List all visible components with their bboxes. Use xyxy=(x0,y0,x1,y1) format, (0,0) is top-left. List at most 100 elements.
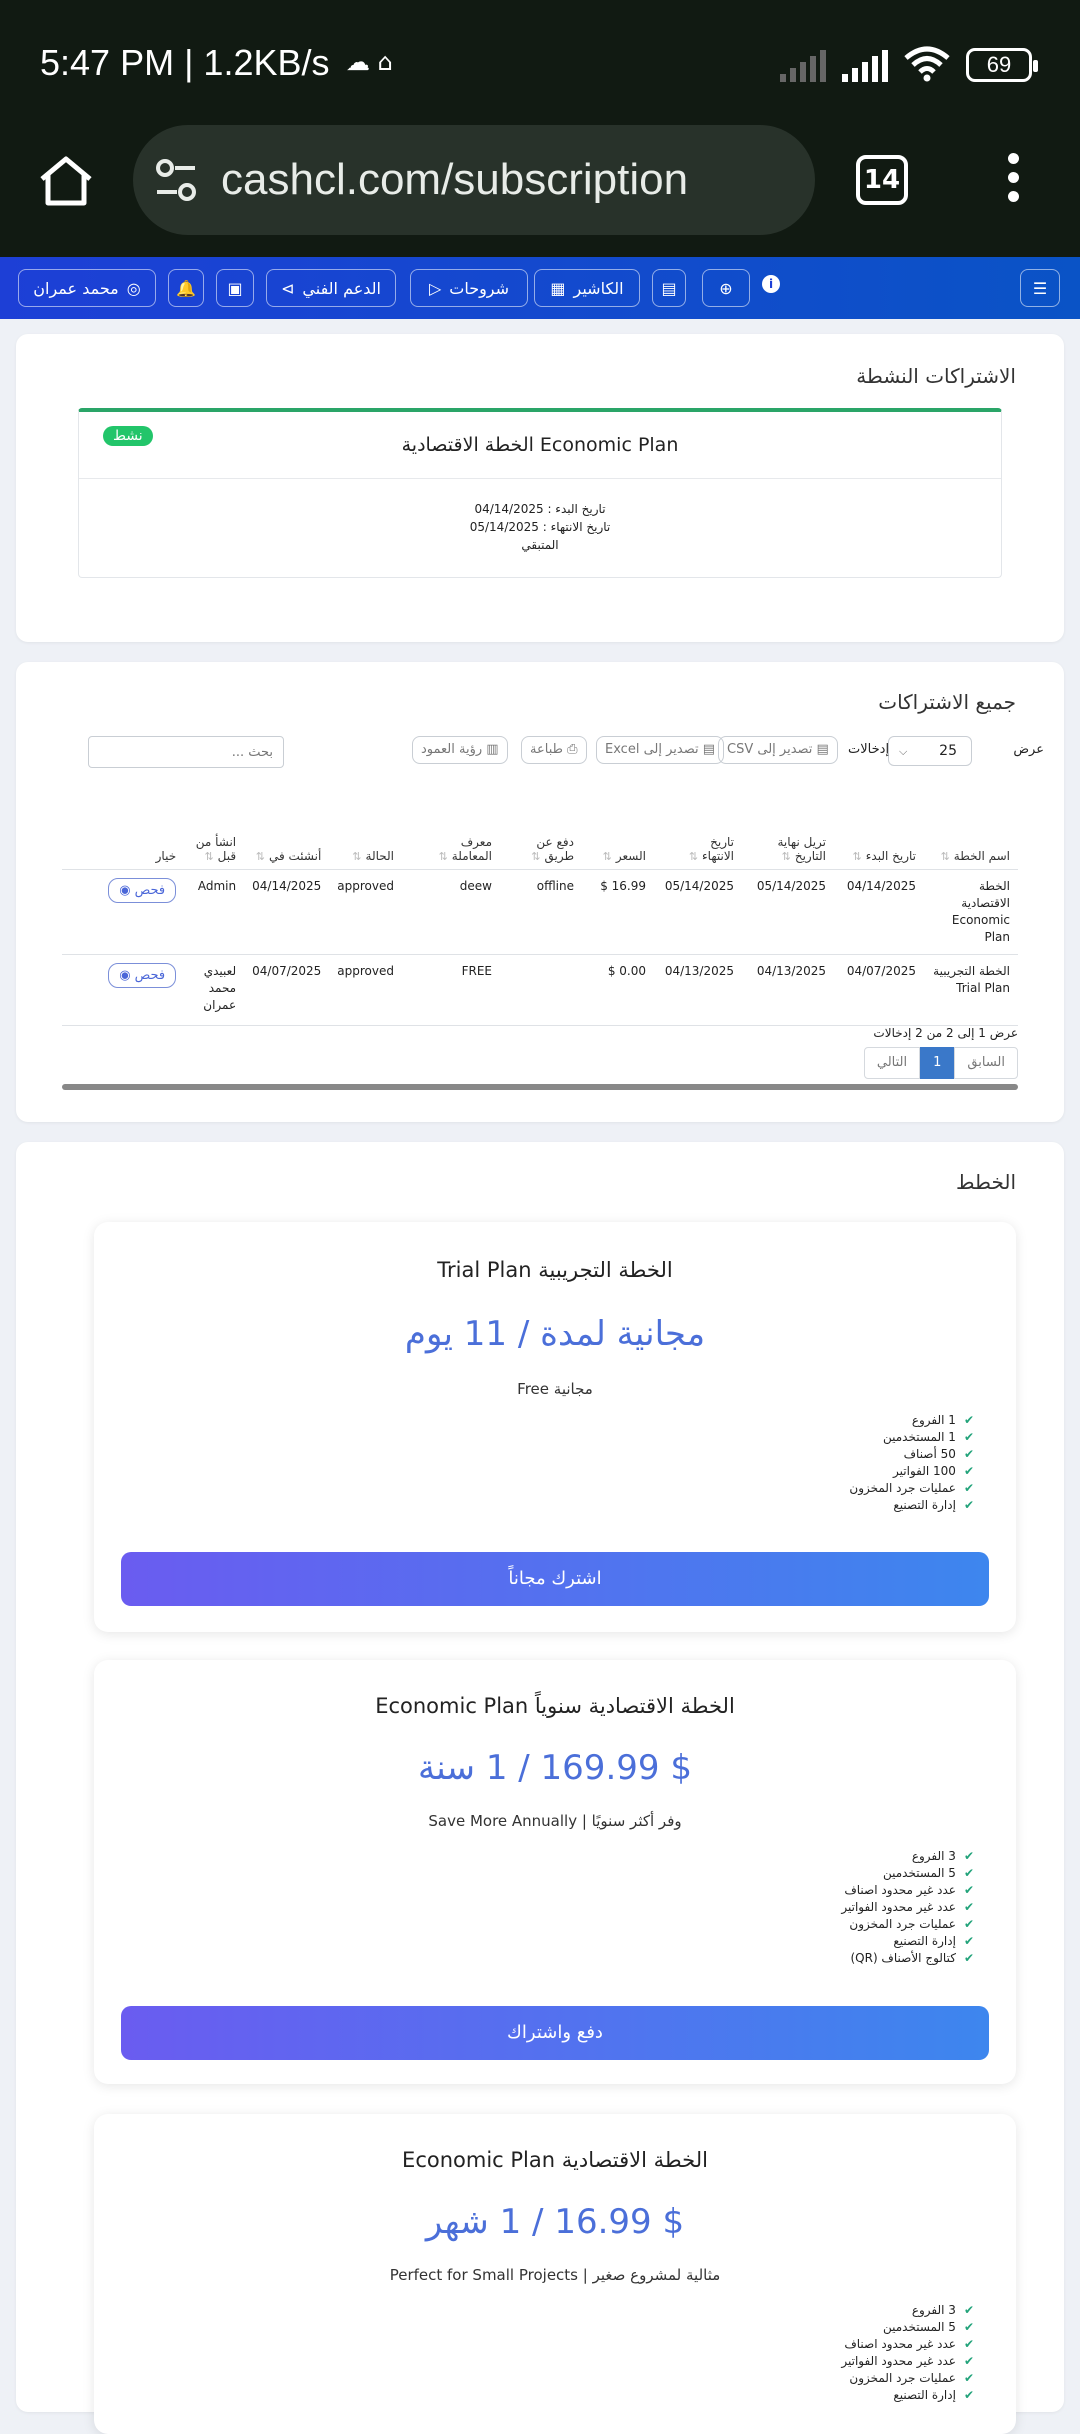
calculator-button[interactable]: ▤ xyxy=(652,269,686,307)
plan-features: 1 الفروع 1 المستخدمين 50 أصناف 100 الفوا… xyxy=(849,1412,974,1514)
table-row: الخطة الاقتصادية Economic Plan 04/14/202… xyxy=(62,869,1018,955)
plan-price: $ 169.99 / 1 سنة xyxy=(418,1748,692,1788)
col-plan-name[interactable]: اسم الخطة⇅ xyxy=(924,797,1018,870)
url-bar[interactable]: cashcl.com/subscription xyxy=(133,125,815,235)
user-circle-icon: ◎ xyxy=(126,278,141,298)
home-icon[interactable] xyxy=(38,155,94,207)
horizontal-scrollbar[interactable] xyxy=(62,1084,1018,1090)
add-button[interactable]: ⊕ xyxy=(702,269,750,307)
feature-item: 1 المستخدمين xyxy=(849,1429,974,1446)
cashier-button[interactable]: ▦ الكاشير xyxy=(534,269,640,307)
support-button[interactable]: ⊲ الدعم الفني xyxy=(266,269,396,307)
export-csv-button[interactable]: ▤ تصدير إلى CSV xyxy=(718,736,838,764)
wifi-icon xyxy=(904,46,950,82)
signal-icon xyxy=(780,50,826,82)
cell-start: 04/14/2025 xyxy=(834,869,924,955)
chevron-down-icon: ⌵ xyxy=(899,745,908,758)
feature-item: إدارة التصنيع xyxy=(849,1497,974,1514)
notifications-button[interactable]: 🔔 xyxy=(168,269,204,307)
cell-start: 04/07/2025 xyxy=(834,954,924,1026)
col-created-by[interactable]: انشأ من قبل⇅ xyxy=(184,797,245,870)
column-visibility-button[interactable]: ▥ رؤية العمود xyxy=(412,736,508,764)
cell-status: approved xyxy=(329,869,402,955)
cell-created-by: Admin xyxy=(184,869,245,955)
battery-icon: 69 xyxy=(966,48,1038,82)
view-button[interactable]: فحص ◉ xyxy=(108,877,177,903)
status-time: 5:47 PM | 1.2KB/s xyxy=(40,42,330,83)
search-input[interactable] xyxy=(88,736,284,768)
plan-description: مجانية Free xyxy=(517,1380,593,1398)
cell-end: 04/13/2025 xyxy=(654,954,742,1026)
cell-plan: الخطة الاقتصادية Economic Plan xyxy=(924,869,1018,955)
calculator-icon: ▤ xyxy=(661,278,677,298)
tab-switcher-button[interactable]: 14 xyxy=(856,155,908,205)
play-icon: ▷ xyxy=(428,278,442,298)
next-page-button[interactable]: التالي xyxy=(863,1047,921,1079)
all-subscriptions-card: جميع الاشتراكات عرض ⌵ 25 إدخالات ▤ تصدير… xyxy=(16,662,1064,1122)
feature-item: عمليات جرد المخزون xyxy=(841,1916,974,1933)
table-info: عرض 1 إلى 2 من 2 إدخالات xyxy=(873,1026,1018,1040)
col-transaction-id[interactable]: معرف المعاملة⇅ xyxy=(402,797,500,870)
export-excel-label: تصدير إلى Excel xyxy=(605,742,699,757)
divider xyxy=(79,478,1001,479)
cell-created: 04/14/2025 xyxy=(244,869,330,955)
url-text: cashcl.com/subscription xyxy=(221,155,689,204)
tutorials-button[interactable]: ▷ شروحات xyxy=(410,269,528,307)
cell-transaction: deew xyxy=(402,869,500,955)
subscribe-free-button[interactable]: اشترك مجاناً xyxy=(121,1552,989,1606)
user-name: محمد عمران xyxy=(33,278,119,298)
col-trial-end[interactable]: تريل نهاية التاريخ⇅ xyxy=(742,797,834,870)
print-button[interactable]: ⎙ طباعة xyxy=(521,736,587,764)
cell-plan: الخطة التجريبية Trial Plan xyxy=(924,954,1018,1026)
feature-item: 5 المستخدمين xyxy=(841,1865,974,1882)
active-subscriptions-title: الاشتراكات النشطة xyxy=(856,364,1016,388)
pay-subscribe-button[interactable]: دفع واشتراك xyxy=(121,2006,989,2060)
prev-page-button[interactable]: السابق xyxy=(954,1047,1018,1079)
columns-icon: ▥ xyxy=(482,742,499,757)
cell-action: فحص ◉ xyxy=(62,954,185,1026)
cell-price: 0.00 $ xyxy=(582,954,654,1026)
pagination: السابق 1 التالي xyxy=(863,1047,1018,1079)
plan-card-trial: الخطة التجريبية Trial Plan مجانية لمدة /… xyxy=(94,1222,1016,1632)
col-start-date[interactable]: تاريخ البدء⇅ xyxy=(834,797,924,870)
entries-value: 25 xyxy=(939,743,957,759)
col-price[interactable]: السعر⇅ xyxy=(582,797,654,870)
plan-price: مجانية لمدة / 11 يوم xyxy=(404,1314,706,1354)
subscriptions-table: اسم الخطة⇅ تاريخ البدء⇅ تريل نهاية التار… xyxy=(62,797,1018,1026)
money-icon: ▣ xyxy=(227,278,243,298)
entries-select[interactable]: ⌵ 25 xyxy=(888,736,972,766)
cell-status: approved xyxy=(329,954,402,1026)
cell-transaction: FREE xyxy=(402,954,500,1026)
feature-item: 1 الفروع xyxy=(849,1412,974,1429)
signal-icon-2 xyxy=(842,50,888,82)
col-end-date[interactable]: تاريخ الانتهاء⇅ xyxy=(654,797,742,870)
cell-created: 04/07/2025 xyxy=(244,954,330,1026)
tutorials-label: شروحات xyxy=(449,278,510,298)
start-date: تاريخ البدء : 04/14/2025 xyxy=(474,502,606,516)
col-created-at[interactable]: أنشئت في⇅ xyxy=(244,797,330,870)
column-visibility-label: رؤية العمود xyxy=(421,742,483,757)
site-settings-icon[interactable] xyxy=(155,157,199,203)
hamburger-icon: ☰ xyxy=(1032,278,1048,298)
plan-description: وفر أكثر سنويًا | Save More Annually xyxy=(428,1812,682,1830)
feature-item: عدد غير محدود اصناف xyxy=(841,2336,974,2353)
print-icon: ⎙ xyxy=(562,742,578,757)
info-icon[interactable]: i xyxy=(762,275,780,293)
table-row: الخطة التجريبية Trial Plan 04/07/2025 04… xyxy=(62,954,1018,1026)
support-label: الدعم الفني xyxy=(302,278,381,298)
export-excel-button[interactable]: ▤ تصدير إلى Excel xyxy=(596,736,725,764)
sidebar-toggle-button[interactable]: ☰ xyxy=(1020,269,1060,307)
view-button[interactable]: فحص ◉ xyxy=(108,962,177,988)
browser-menu-icon[interactable] xyxy=(1008,153,1020,210)
user-menu-button[interactable]: محمد عمران ◎ xyxy=(18,269,156,307)
col-status[interactable]: الحالة⇅ xyxy=(329,797,402,870)
feature-item: 100 الفواتير xyxy=(849,1463,974,1480)
megaphone-icon: ⊲ xyxy=(281,278,295,298)
cash-button[interactable]: ▣ xyxy=(216,269,254,307)
feature-item: عدد غير محدود الفواتير xyxy=(841,1899,974,1916)
col-payment[interactable]: دفع عن طريق⇅ xyxy=(500,797,582,870)
feature-item: 50 أصناف xyxy=(849,1446,974,1463)
file-excel-icon: ▤ xyxy=(698,742,716,757)
plans-card: الخطط الخطة التجريبية Trial Plan مجانية … xyxy=(16,1142,1064,2434)
page-1-button[interactable]: 1 xyxy=(920,1047,955,1079)
